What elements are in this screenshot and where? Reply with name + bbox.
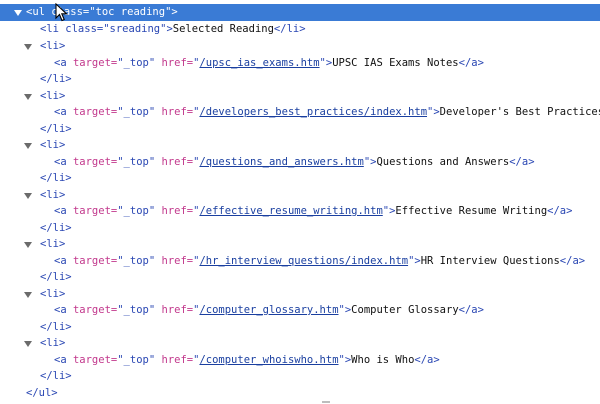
expand-triangle-icon[interactable] — [14, 10, 22, 16]
href-link[interactable]: /questions_and_answers.htm — [199, 156, 363, 168]
expand-triangle-icon[interactable] — [24, 143, 32, 149]
node-li-close: </li> — [0, 319, 600, 336]
node-a[interactable]: <a target="_top" href="/computer_glossar… — [0, 302, 600, 319]
target-value: "_top" — [117, 353, 156, 366]
expand-triangle-icon[interactable] — [24, 44, 32, 50]
node-li-sreading[interactable]: <li class="sreading">Selected Reading</l… — [0, 21, 600, 38]
link-text: HR Interview Questions — [420, 254, 560, 267]
li-close-tag: </li> — [40, 73, 72, 85]
li-open-tag: <li> — [40, 40, 66, 52]
href-link[interactable]: /computer_whoiswho.htm — [199, 354, 338, 366]
href-link[interactable]: /hr_interview_questions/index.htm — [199, 255, 408, 267]
target-value: "_top" — [117, 56, 156, 69]
ul-open-tag: <ul class="toc reading"> — [26, 6, 178, 18]
node-a[interactable]: <a target="_top" href="/questions_and_an… — [0, 154, 600, 171]
link-text: Computer Glossary — [351, 304, 459, 316]
target-attr: target= — [72, 304, 118, 316]
target-attr: target= — [72, 254, 118, 267]
href-attr: href= — [155, 205, 194, 217]
node-ul-toc-reading[interactable]: <ul class="toc reading"> — [0, 4, 600, 21]
li-open-tag: <li> — [40, 89, 66, 102]
target-attr: target= — [72, 353, 118, 366]
li-class-value: "sreading" — [103, 23, 167, 35]
href-attr: href= — [155, 155, 194, 168]
node-li[interactable]: <li> — [0, 335, 600, 352]
target-value: "_top" — [117, 106, 156, 118]
node-li-close: </li> — [0, 269, 600, 286]
li-open-tag: <li> — [40, 139, 66, 151]
mouse-cursor-icon — [55, 3, 68, 22]
link-text: UPSC IAS Exams Notes — [332, 56, 459, 69]
expand-triangle-icon[interactable] — [24, 192, 32, 199]
target-value: "_top" — [117, 304, 156, 316]
scroll-indicator — [322, 401, 330, 403]
node-a[interactable]: <a target="_top" href="/computer_whoiswh… — [0, 352, 600, 369]
node-li[interactable]: <li> — [0, 88, 600, 105]
node-a[interactable]: <a target="_top" href="/developers_best_… — [0, 104, 600, 121]
li-open-tag: <li> — [40, 287, 66, 300]
node-li-close: </li> — [0, 71, 600, 88]
li-close-tag: </li> — [40, 370, 72, 382]
target-attr: target= — [72, 205, 118, 217]
target-attr: target= — [72, 155, 118, 168]
expand-triangle-icon[interactable] — [24, 341, 32, 347]
li-open-tag: <li> — [40, 337, 66, 349]
target-attr: target= — [72, 106, 118, 118]
node-li-close: </li> — [0, 220, 600, 237]
target-value: "_top" — [117, 205, 156, 217]
li-close-tag: </li> — [40, 221, 72, 234]
link-text: Developer's Best Practices — [439, 106, 600, 118]
node-li[interactable]: <li> — [0, 236, 600, 253]
expand-triangle-icon[interactable] — [24, 242, 32, 248]
link-text: Who is Who — [351, 353, 415, 366]
target-value: "_top" — [117, 254, 156, 267]
expand-triangle-icon[interactable] — [24, 291, 32, 298]
href-link[interactable]: /computer_glossary.htm — [199, 304, 338, 316]
node-li[interactable]: <li> — [0, 38, 600, 55]
target-value: "_top" — [117, 155, 156, 168]
link-text: Questions and Answers — [376, 155, 510, 168]
li-open-tag: <li class= — [40, 23, 104, 35]
li-close-tag: </li> — [40, 271, 72, 283]
node-li[interactable]: <li> — [0, 286, 600, 303]
node-li-close: </li> — [0, 368, 600, 385]
href-attr: href= — [155, 56, 194, 69]
li-open-tag: <li> — [40, 238, 66, 250]
href-link[interactable]: /effective_resume_writing.htm — [199, 205, 382, 217]
node-li[interactable]: <li> — [0, 187, 600, 204]
node-ul-close: </ul> — [0, 385, 600, 402]
li-open-tag: <li> — [40, 188, 66, 201]
node-li-close: </li> — [0, 121, 600, 138]
node-a[interactable]: <a target="_top" href="/upsc_ias_exams.h… — [0, 55, 600, 72]
li-close-tag: </li> — [40, 320, 72, 333]
node-a[interactable]: <a target="_top" href="/effective_resume… — [0, 203, 600, 220]
target-attr: target= — [72, 56, 118, 69]
ul-close-tag: </ul> — [26, 387, 58, 399]
node-li[interactable]: <li> — [0, 137, 600, 154]
href-attr: href= — [155, 353, 194, 366]
href-link[interactable]: /upsc_ias_exams.htm — [199, 57, 319, 69]
node-a[interactable]: <a target="_top" href="/hr_interview_que… — [0, 253, 600, 270]
href-attr: href= — [155, 304, 194, 316]
node-li-close: </li> — [0, 170, 600, 187]
href-link[interactable]: /developers_best_practices/index.htm — [199, 106, 427, 118]
li-close-tag: </li> — [40, 172, 72, 184]
li-text: Selected Reading — [172, 23, 274, 35]
li-close-tag: </li> — [40, 122, 72, 135]
href-attr: href= — [155, 254, 194, 267]
href-attr: href= — [155, 106, 194, 118]
link-text: Effective Resume Writing — [395, 205, 548, 217]
expand-triangle-icon[interactable] — [24, 93, 32, 100]
